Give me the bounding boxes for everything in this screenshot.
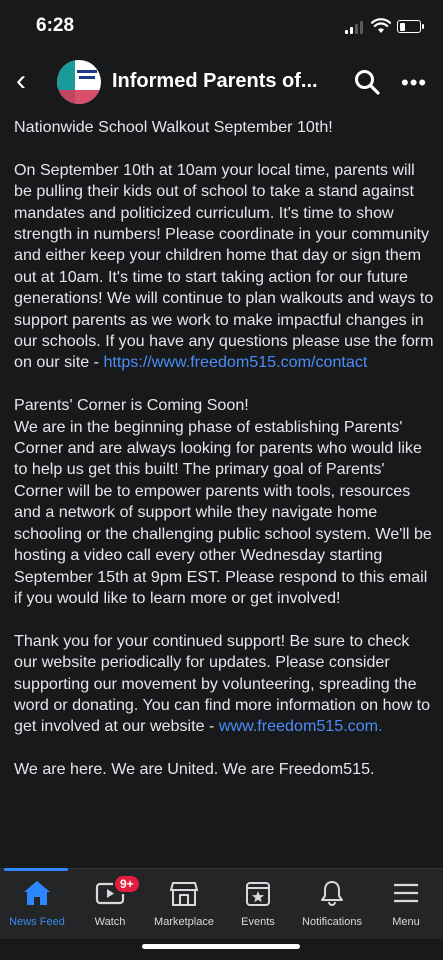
page-title[interactable]: Informed Parents of... — [112, 70, 318, 93]
post-paragraph: Thank you for your continued support! Be… — [14, 631, 434, 738]
page-header: ‹ Informed Parents of... ••• — [0, 56, 443, 108]
tab-label: Marketplace — [154, 916, 214, 928]
tab-events[interactable]: Events — [221, 869, 295, 939]
signal-icon — [345, 21, 365, 34]
tab-label: Menu — [392, 916, 420, 928]
wifi-icon — [371, 18, 391, 33]
tab-menu[interactable]: Menu — [369, 869, 443, 939]
notification-badge: 9+ — [113, 874, 141, 894]
search-icon[interactable] — [354, 69, 380, 95]
tab-watch[interactable]: 9+ Watch — [73, 869, 147, 939]
home-icon — [24, 881, 50, 905]
tab-marketplace[interactable]: Marketplace — [147, 869, 221, 939]
battery-icon — [397, 20, 424, 33]
menu-icon — [394, 883, 418, 903]
back-button[interactable]: ‹ — [16, 66, 26, 96]
tab-label: Notifications — [302, 916, 362, 928]
bottom-tab-bar: News Feed 9+ Watch Marketplace Events No… — [0, 868, 443, 939]
post-closing: We are here. We are United. We are Freed… — [14, 760, 375, 779]
tab-notifications[interactable]: Notifications — [295, 869, 369, 939]
shop-icon — [169, 882, 199, 906]
tab-label: Events — [241, 916, 275, 928]
bell-icon — [321, 881, 343, 906]
contact-link[interactable]: https://www.freedom515.com/contact — [103, 353, 367, 371]
status-time: 6:28 — [36, 15, 75, 36]
more-options-icon[interactable]: ••• — [401, 70, 427, 96]
post-paragraph: On September 10th at 10am your local tim… — [14, 160, 434, 374]
post-paragraph: Parents' Corner is Coming Soon! We are i… — [14, 396, 432, 607]
home-indicator[interactable] — [142, 944, 300, 949]
post-text: On September 10th at 10am your local tim… — [14, 160, 434, 372]
post-heading: Nationwide School Walkout September 10th… — [14, 118, 333, 136]
status-bar: 6:28 — [0, 0, 443, 52]
website-link[interactable]: www.freedom515.com. — [219, 717, 383, 735]
tab-label: News Feed — [9, 916, 65, 928]
post-body: Nationwide School Walkout September 10th… — [14, 117, 434, 802]
tab-news-feed[interactable]: News Feed — [0, 868, 74, 939]
tab-label: Watch — [94, 916, 126, 928]
calendar-icon — [246, 882, 270, 906]
page-avatar[interactable] — [57, 60, 101, 104]
active-tab-indicator — [4, 868, 68, 871]
